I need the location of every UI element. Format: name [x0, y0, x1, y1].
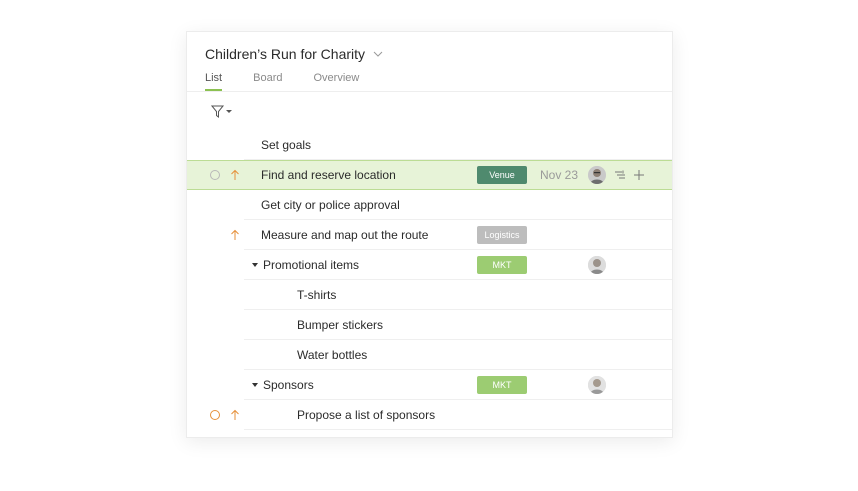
tag-badge[interactable]: MKT [477, 256, 527, 274]
assignee-avatar[interactable] [588, 166, 606, 184]
task-label: Water bottles [297, 348, 368, 362]
tag-badge[interactable]: Venue [477, 166, 527, 184]
task-label: Get city or police approval [261, 198, 400, 212]
view-tabs: List Board Overview [205, 72, 359, 91]
task-label: Propose a list of sponsors [297, 408, 436, 422]
tab-list[interactable]: List [205, 72, 223, 91]
collapse-caret-icon[interactable] [252, 263, 258, 267]
task-group-row[interactable]: Sponsors MKT [187, 370, 672, 400]
task-list: Set goals Find and reserve location Venu… [187, 130, 672, 430]
complete-checkbox[interactable] [210, 170, 220, 180]
complete-checkbox[interactable] [210, 410, 220, 420]
subtasks-icon[interactable] [614, 169, 626, 181]
priority-up-arrow-icon [231, 229, 239, 240]
tab-overview[interactable]: Overview [313, 72, 359, 90]
task-label: Measure and map out the route [261, 228, 429, 242]
task-group-row[interactable]: Promotional items MKT [187, 250, 672, 280]
task-row[interactable]: Get city or police approval [187, 190, 672, 220]
tab-board[interactable]: Board [253, 72, 282, 90]
add-icon[interactable] [633, 169, 645, 181]
task-label: T-shirts [297, 288, 337, 302]
task-row[interactable]: Measure and map out the route Logistics [187, 220, 672, 250]
chevron-down-icon[interactable] [373, 49, 383, 59]
avatar-image-icon [588, 256, 606, 274]
task-label: Sponsors [263, 378, 314, 392]
subtask-row[interactable]: T-shirts [187, 280, 672, 310]
tag-badge[interactable]: Logistics [477, 226, 527, 244]
task-label: Set goals [261, 138, 312, 152]
priority-up-arrow-icon [231, 169, 239, 180]
project-panel: Children’s Run for Charity List Board Ov… [186, 31, 673, 438]
row-divider [244, 429, 672, 430]
avatar-image-icon [588, 166, 606, 184]
subtask-row[interactable]: Bumper stickers [187, 310, 672, 340]
subtask-row[interactable]: Water bottles [187, 340, 672, 370]
assignee-avatar[interactable] [588, 256, 606, 274]
task-label: Find and reserve location [261, 168, 396, 182]
subtask-row[interactable]: Propose a list of sponsors [187, 400, 672, 430]
task-label: Bumper stickers [297, 318, 384, 332]
tag-badge[interactable]: MKT [477, 376, 527, 394]
avatar-image-icon [588, 376, 606, 394]
task-label: Promotional items [263, 258, 360, 272]
project-title-text: Children’s Run for Charity [205, 46, 366, 62]
due-date[interactable]: Nov 23 [540, 168, 578, 182]
assignee-avatar[interactable] [588, 376, 606, 394]
filter-icon[interactable] [211, 105, 237, 119]
task-row-selected[interactable]: Find and reserve location Venue Nov 23 [187, 160, 672, 190]
priority-up-arrow-icon [231, 409, 239, 420]
project-title[interactable]: Children’s Run for Charity [205, 46, 383, 62]
task-row[interactable]: Set goals [187, 130, 672, 160]
tabs-divider [187, 91, 672, 92]
collapse-caret-icon[interactable] [252, 383, 258, 387]
